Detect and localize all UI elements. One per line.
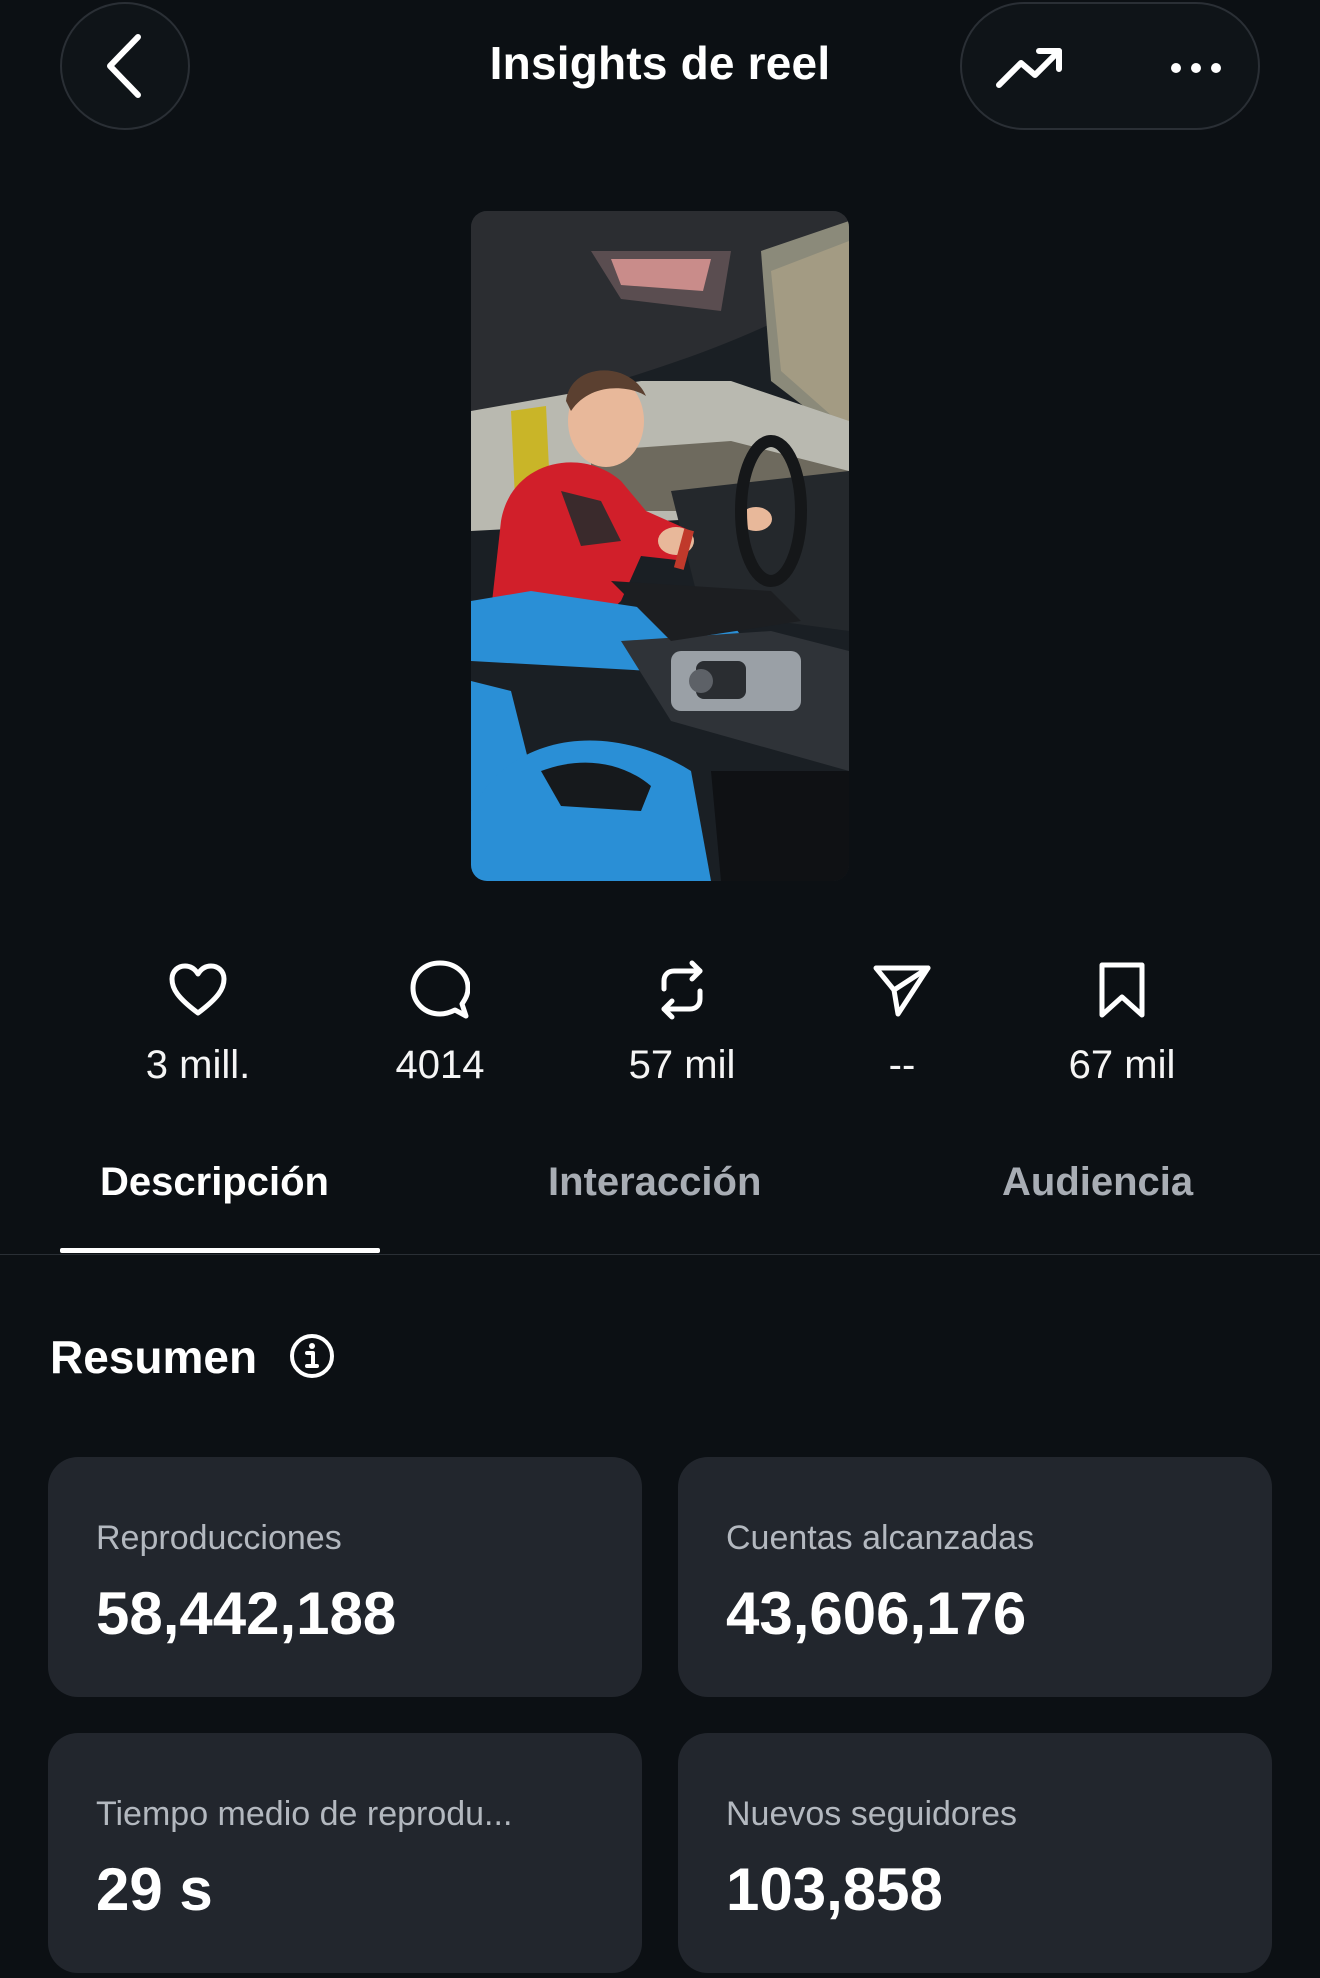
tab-divider (0, 1254, 1320, 1255)
metric-card-nuevos-seguidores[interactable]: Nuevos seguidores 103,858 (678, 1733, 1272, 1973)
metric-card-reproducciones[interactable]: Reproducciones 58,442,188 (48, 1457, 642, 1697)
reel-preview-image (471, 211, 849, 881)
metric-label: Nuevos seguidores (726, 1795, 1018, 1833)
metric-label: Cuentas alcanzadas (726, 1519, 1035, 1557)
trend-button[interactable] (992, 38, 1068, 98)
stat-shares: -- (802, 955, 1002, 1105)
metric-label: Reproducciones (96, 1519, 342, 1557)
reel-insights-screen: Insights de reel 3 mill. 4014 57 mil -- … (0, 0, 1320, 1978)
more-icon (1171, 63, 1221, 73)
metric-value: 29 s (96, 1856, 213, 1923)
heart-icon (169, 963, 227, 1016)
share-icon (873, 965, 931, 1017)
stat-value: 57 mil (628, 1043, 736, 1087)
comment-icon (410, 960, 470, 1019)
stat-value: 67 mil (1068, 1043, 1176, 1087)
reel-thumbnail[interactable] (471, 211, 849, 881)
stat-comments: 4014 (340, 955, 540, 1105)
repost-icon (661, 960, 703, 1020)
metric-card-tiempo-medio[interactable]: Tiempo medio de reprodu... 29 s (48, 1733, 642, 1973)
header-actions (960, 2, 1260, 130)
tab-descripcion[interactable]: Descripción (100, 1160, 329, 1205)
stat-saves: 67 mil (1022, 955, 1222, 1105)
section-title: Resumen (50, 1331, 258, 1383)
tab-audiencia[interactable]: Audiencia (1002, 1160, 1193, 1205)
metric-value: 43,606,176 (726, 1580, 1027, 1647)
tab-interaccion[interactable]: Interacción (548, 1160, 761, 1205)
stat-value: 3 mill. (145, 1043, 251, 1087)
stat-value: -- (888, 1043, 916, 1087)
metric-value: 103,858 (726, 1856, 943, 1923)
metric-value: 58,442,188 (96, 1580, 397, 1647)
info-icon (290, 1334, 334, 1378)
metric-card-cuentas-alcanzadas[interactable]: Cuentas alcanzadas 43,606,176 (678, 1457, 1272, 1697)
trending-up-icon (996, 48, 1062, 88)
metric-label: Tiempo medio de reprodu... (96, 1795, 513, 1833)
more-options-button[interactable] (1158, 38, 1234, 98)
stat-reposts: 57 mil (582, 955, 782, 1105)
stat-value: 4014 (395, 1043, 485, 1087)
active-tab-indicator (60, 1248, 380, 1253)
info-button[interactable] (288, 1332, 336, 1380)
stat-likes: 3 mill. (98, 955, 298, 1105)
bookmark-icon (1099, 962, 1145, 1018)
